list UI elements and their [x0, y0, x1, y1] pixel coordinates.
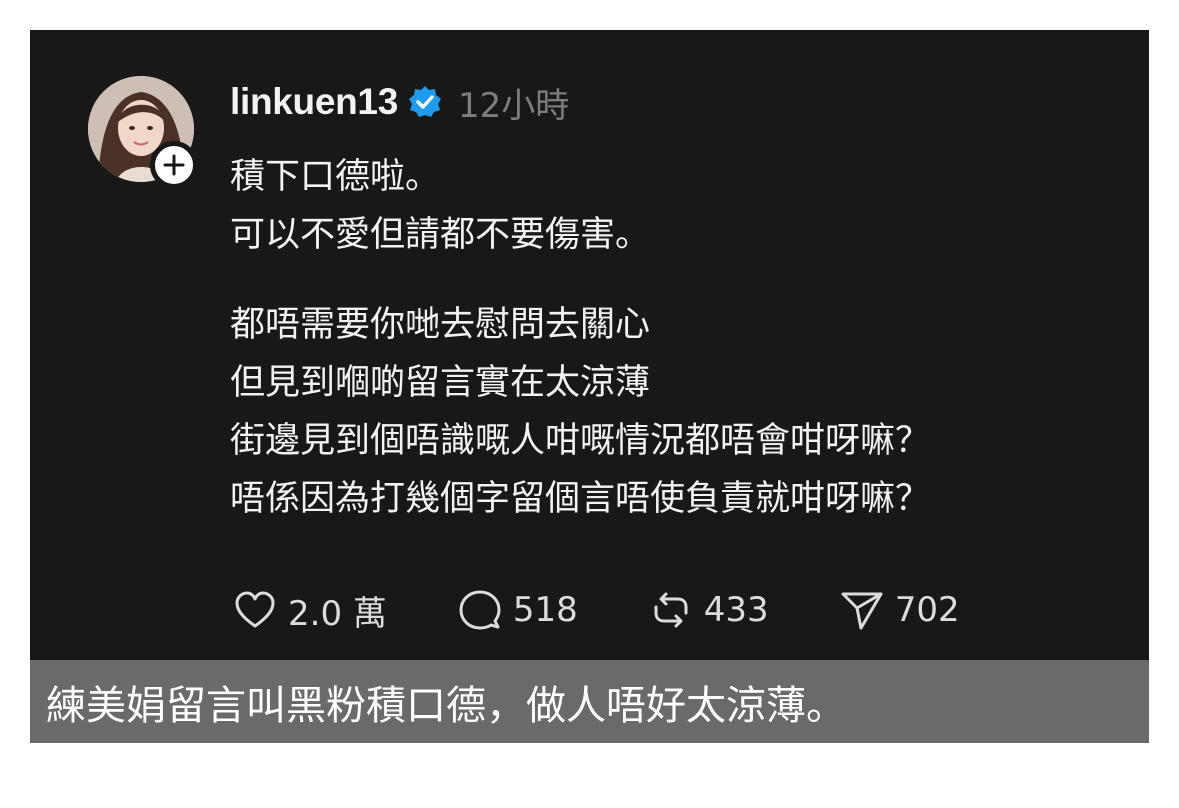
repost-icon [648, 587, 694, 633]
threads-post: linkuen13 12小時 積下口德啦。 可以不愛但請都不要傷害。 都唔需要你… [30, 30, 1149, 660]
plus-icon [163, 154, 185, 176]
post-line: 都唔需要你哋去慰問去關心 [230, 305, 651, 345]
like-count: 2.0 萬 [288, 593, 387, 634]
comment-count: 518 [512, 590, 578, 630]
post-header: linkuen13 12小時 [230, 74, 569, 130]
send-icon [839, 587, 885, 633]
repost-count: 433 [703, 590, 769, 630]
post-line: 積下口德啦。 [230, 157, 441, 197]
share-button[interactable]: 702 [839, 587, 960, 633]
action-bar: 2.0 萬 518 433 702 [232, 585, 1030, 635]
comment-button[interactable]: 518 [457, 587, 578, 633]
comment-icon [457, 587, 503, 633]
follow-button[interactable] [150, 141, 198, 189]
timestamp: 12小時 [457, 85, 570, 126]
post-line: 可以不愛但請都不要傷害。 [230, 215, 651, 255]
post-line: 街邊見到個唔識嘅人咁嘅情況都唔會咁呀嘛？ [230, 421, 931, 461]
repost-button[interactable]: 433 [648, 587, 769, 633]
share-count: 702 [894, 590, 960, 630]
like-button[interactable]: 2.0 萬 [232, 586, 387, 635]
username[interactable]: linkuen13 [230, 81, 398, 123]
post-line: 唔係因為打幾個字留個言唔使負責就咁呀嘛？ [230, 479, 931, 519]
heart-icon [232, 587, 278, 633]
post-line: 但見到嗰啲留言實在太涼薄 [230, 363, 651, 403]
post-body: 積下口德啦。 可以不愛但請都不要傷害。 都唔需要你哋去慰問去關心 但見到嗰啲留言… [230, 148, 1130, 528]
image-caption: 練美娟留言叫黑粉積口德，做人唔好太涼薄。 [30, 660, 1149, 743]
verified-badge-icon [408, 85, 442, 119]
